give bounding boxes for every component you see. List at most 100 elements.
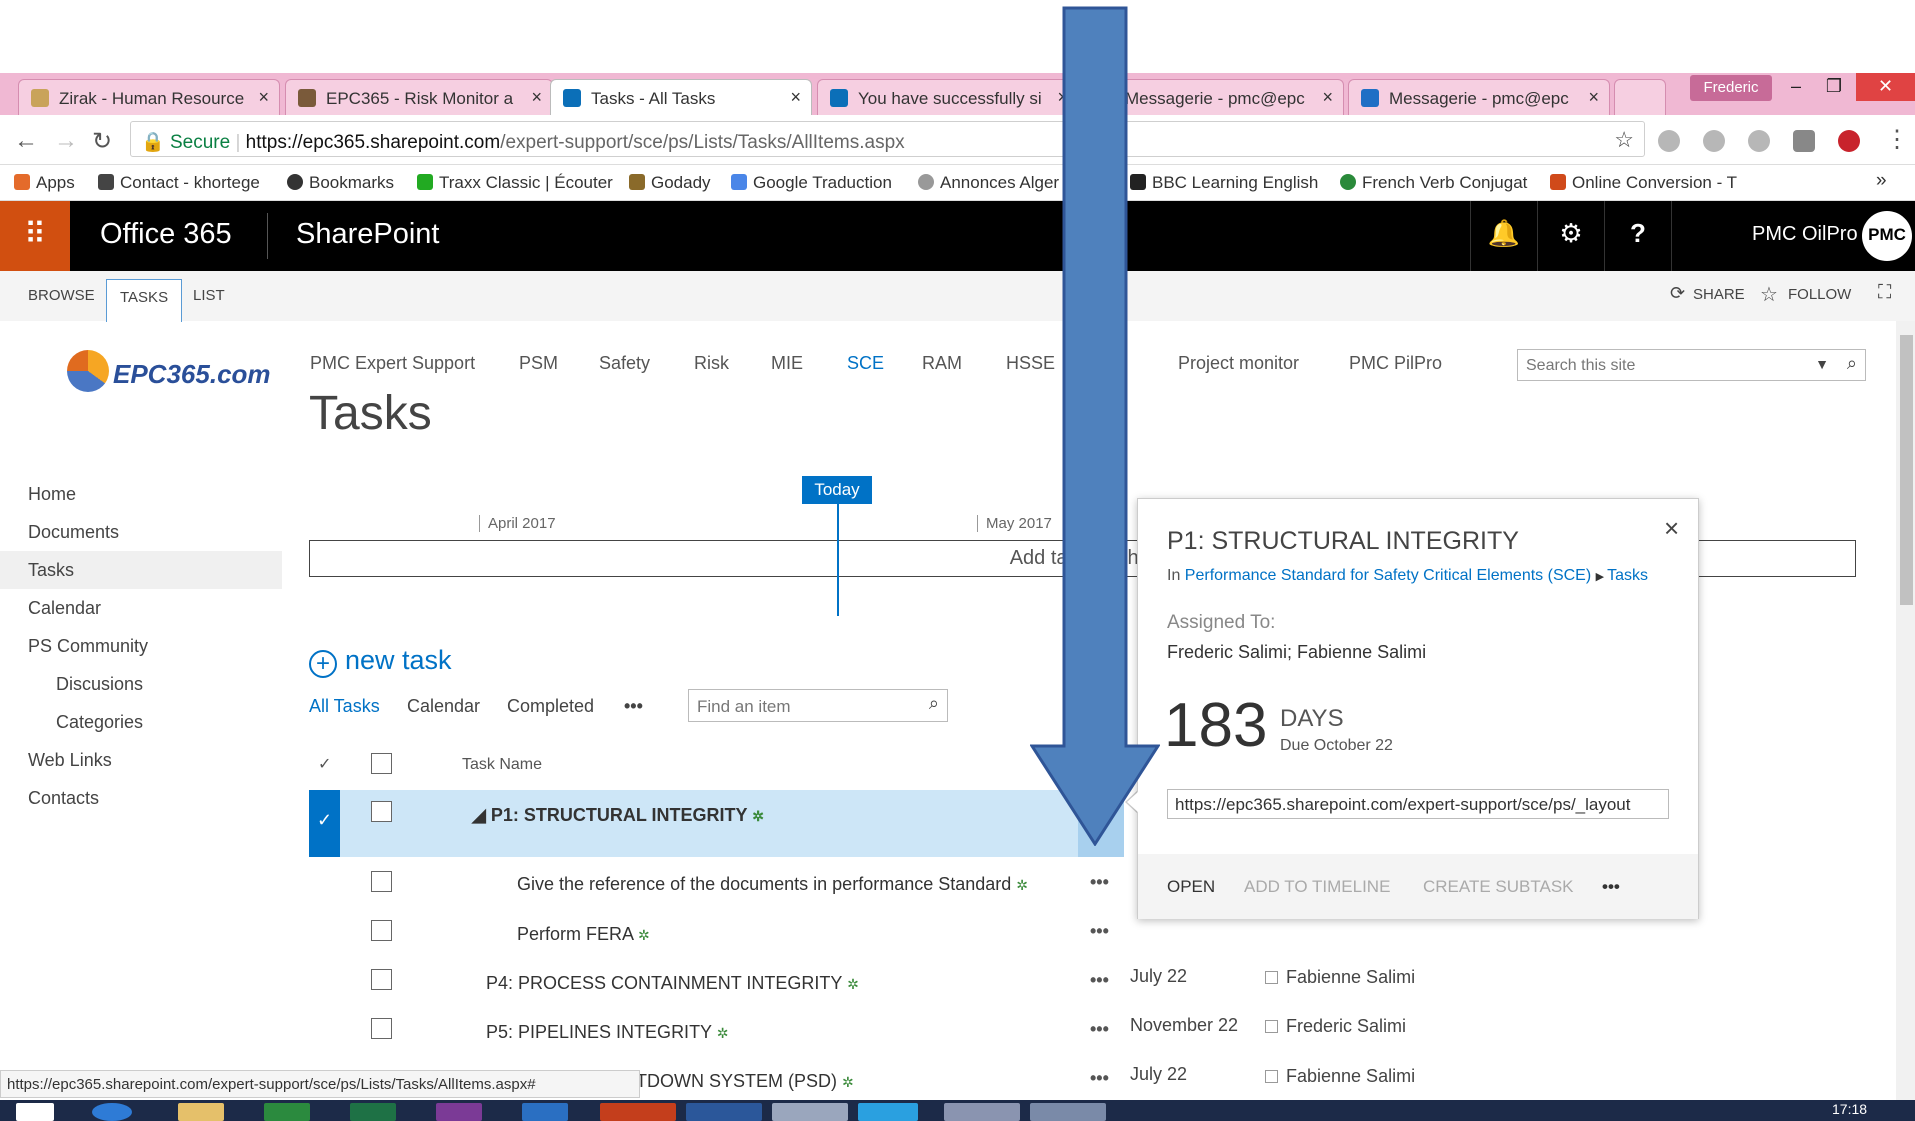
quicklaunch-contacts[interactable]: Contacts xyxy=(28,788,99,809)
row-checkbox[interactable] xyxy=(371,801,392,822)
view-completed[interactable]: Completed xyxy=(507,696,594,717)
browser-tab[interactable]: Messagerie - pmc@epc × xyxy=(1348,79,1610,115)
forward-icon[interactable]: → xyxy=(54,127,78,155)
task-name-link[interactable]: ◢ P1: STRUCTURAL INTEGRITY ✲ xyxy=(472,805,764,826)
row-checkbox[interactable] xyxy=(371,871,392,892)
breadcrumb-list-link[interactable]: Tasks xyxy=(1607,567,1648,584)
view-calendar[interactable]: Calendar xyxy=(407,696,480,717)
sharepoint-brand[interactable]: SharePoint xyxy=(296,218,440,251)
scrollbar-thumb[interactable] xyxy=(1900,335,1913,605)
bookmark-item[interactable]: French Verb Conjugat xyxy=(1340,173,1527,193)
extension-icon[interactable] xyxy=(1793,130,1815,152)
bookmark-item[interactable]: Bookmarks xyxy=(287,173,394,193)
topnav-sce[interactable]: SCE xyxy=(847,353,884,374)
reload-icon[interactable]: ↻ xyxy=(92,127,112,156)
browser-tab[interactable]: Zirak - Human Resource × xyxy=(18,79,280,115)
quicklaunch-home[interactable]: Home xyxy=(28,484,76,505)
bookmark-item[interactable]: Godady xyxy=(629,173,711,193)
close-tab-icon[interactable]: × xyxy=(790,87,801,108)
close-window-icon[interactable]: ✕ xyxy=(1856,73,1915,101)
media-app-icon[interactable] xyxy=(1030,1103,1106,1121)
topnav-psm[interactable]: PSM xyxy=(519,353,558,374)
help-icon[interactable]: ? xyxy=(1604,201,1671,271)
task-name-link[interactable]: P5: PIPELINES INTEGRITY ✲ xyxy=(486,1022,729,1043)
quicklaunch-discusions[interactable]: Discusions xyxy=(56,674,143,695)
more-views-icon[interactable]: ••• xyxy=(624,696,643,717)
row-checkbox[interactable] xyxy=(371,1018,392,1039)
item-url-field[interactable]: https://epc365.sharepoint.com/expert-sup… xyxy=(1167,789,1669,819)
bookmark-item[interactable]: Google Traduction xyxy=(731,173,892,193)
assigned-to[interactable]: Fabienne Salimi xyxy=(1265,1066,1415,1087)
close-tab-icon[interactable]: × xyxy=(258,87,269,108)
follow-button[interactable]: FOLLOW xyxy=(1788,286,1851,303)
assigned-to[interactable]: Fabienne Salimi xyxy=(1265,967,1415,988)
word-icon[interactable] xyxy=(686,1103,762,1121)
column-header-task-name[interactable]: Task Name xyxy=(462,756,542,774)
task-name-link[interactable]: P4: PROCESS CONTAINMENT INTEGRITY ✲ xyxy=(486,973,859,994)
topnav-ram[interactable]: RAM xyxy=(922,353,962,374)
topnav-risk[interactable]: Risk xyxy=(694,353,729,374)
find-item-input[interactable]: Find an item ⌕ xyxy=(688,689,948,722)
settings-gear-icon[interactable]: ⚙ xyxy=(1537,201,1604,271)
topnav-pmc-pilpro[interactable]: PMC PilPro xyxy=(1349,353,1442,374)
row-more-icon[interactable]: ••• xyxy=(1090,1019,1109,1040)
onenote-icon[interactable] xyxy=(436,1103,482,1121)
chrome-icon[interactable] xyxy=(772,1103,848,1121)
close-tab-icon[interactable]: × xyxy=(531,87,542,108)
assigned-to[interactable]: Frederic Salimi xyxy=(1265,1016,1406,1037)
search-icon[interactable]: ⌕ xyxy=(1847,353,1857,374)
close-tab-icon[interactable]: × xyxy=(1322,87,1333,108)
row-checkbox[interactable] xyxy=(371,920,392,941)
bookmark-item[interactable]: Online Conversion - T xyxy=(1550,173,1737,193)
row-selected-check-icon[interactable]: ✓ xyxy=(309,790,340,857)
new-tab-button[interactable] xyxy=(1614,79,1666,115)
settings-app-icon[interactable] xyxy=(944,1103,1020,1121)
skype-icon[interactable] xyxy=(858,1103,918,1121)
bookmark-item[interactable]: Traxx Classic | Écouter xyxy=(417,173,613,193)
quicklaunch-web-links[interactable]: Web Links xyxy=(28,750,112,771)
task-name-link[interactable]: Perform FERA ✲ xyxy=(517,924,650,945)
chevron-down-icon[interactable]: ▼ xyxy=(1815,356,1829,372)
close-tab-icon[interactable]: × xyxy=(1588,87,1599,108)
row-more-icon[interactable]: ••• xyxy=(1090,872,1109,893)
avatar[interactable]: PMC xyxy=(1862,211,1912,261)
open-button[interactable]: OPEN xyxy=(1167,877,1215,897)
store-icon[interactable] xyxy=(264,1103,310,1121)
powerpoint-icon[interactable] xyxy=(600,1103,676,1121)
callout-title[interactable]: P1: STRUCTURAL INTEGRITY xyxy=(1167,527,1519,556)
task-name-link[interactable]: Give the reference of the documents in p… xyxy=(517,874,1028,895)
select-all-checkbox[interactable] xyxy=(371,753,392,774)
bookmark-star-icon[interactable]: ☆ xyxy=(1614,127,1634,153)
row-more-icon[interactable]: ••• xyxy=(1090,970,1109,991)
skype-extension-icon[interactable] xyxy=(1658,130,1680,152)
user-name[interactable]: PMC OilPro xyxy=(1752,223,1858,246)
bookmark-apps[interactable]: Apps xyxy=(14,173,75,193)
app-launcher-icon[interactable]: ⠿ xyxy=(0,201,70,271)
share-icon[interactable]: ⟳ xyxy=(1670,283,1685,304)
quicklaunch-documents[interactable]: Documents xyxy=(28,522,119,543)
browser-tab-active[interactable]: Tasks - All Tasks × xyxy=(550,79,812,115)
task-name-link[interactable]: TDOWN SYSTEM (PSD) ✲ xyxy=(636,1071,854,1092)
quicklaunch-tasks[interactable]: Tasks xyxy=(0,551,282,589)
topnav-safety[interactable]: Safety xyxy=(599,353,650,374)
share-button[interactable]: SHARE xyxy=(1693,286,1745,303)
follow-star-icon[interactable]: ☆ xyxy=(1760,282,1778,307)
breadcrumb-site-link[interactable]: Performance Standard for Safety Critical… xyxy=(1185,567,1591,584)
row-more-icon[interactable]: ••• xyxy=(1090,1068,1109,1089)
search-icon[interactable]: ⌕ xyxy=(929,693,939,714)
close-icon[interactable]: × xyxy=(1664,513,1679,544)
ribbon-tab-browse[interactable]: BROWSE xyxy=(28,287,95,304)
pinterest-extension-icon[interactable] xyxy=(1838,130,1860,152)
ie-icon[interactable] xyxy=(92,1103,132,1121)
restore-icon[interactable]: ❐ xyxy=(1812,73,1856,101)
row-checkbox[interactable] xyxy=(371,969,392,990)
url-input[interactable]: 🔒 Secure | https://epc365.sharepoint.com… xyxy=(130,121,1645,157)
topnav-mie[interactable]: MIE xyxy=(771,353,803,374)
excel-icon[interactable] xyxy=(350,1103,396,1121)
browser-menu-icon[interactable]: ⋮ xyxy=(1885,125,1909,154)
extension-icon[interactable] xyxy=(1703,130,1725,152)
back-icon[interactable]: ← xyxy=(14,127,38,155)
site-search-input[interactable]: Search this site ▼ ⌕ xyxy=(1517,349,1866,381)
add-to-timeline-button[interactable]: ADD TO TIMELINE xyxy=(1244,877,1390,897)
browser-profile-badge[interactable]: Frederic xyxy=(1690,75,1772,101)
